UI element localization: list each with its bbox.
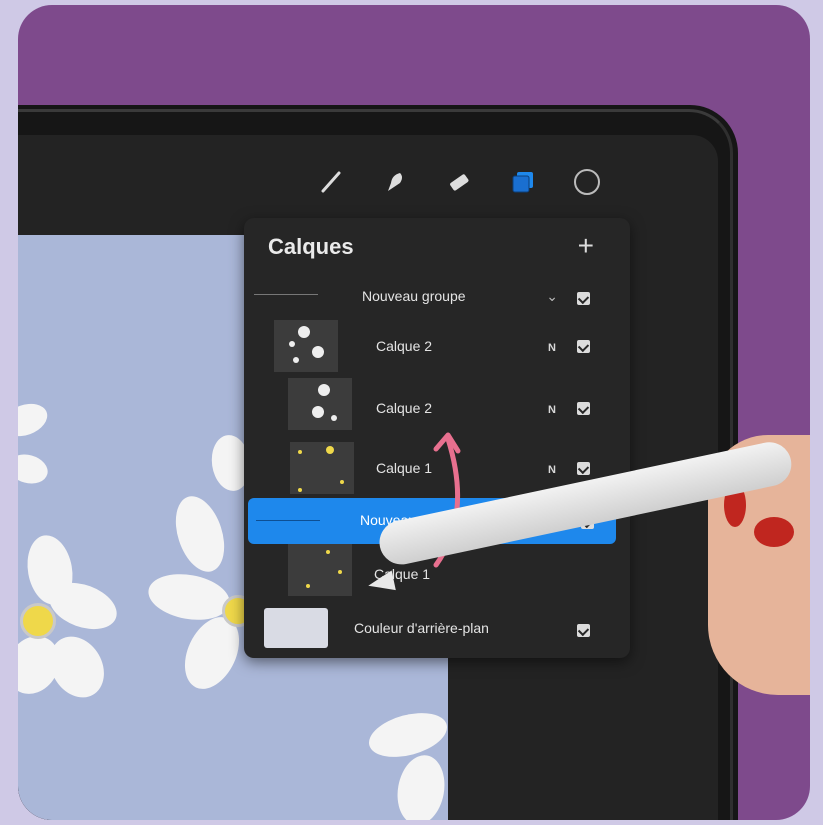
- daisy-petal: [392, 751, 450, 820]
- background-label: Couleur d'arrière-plan: [354, 620, 489, 636]
- smudge-icon[interactable]: [380, 167, 410, 197]
- photo-frame: Calques + Nouveau groupe ⌄ Calque 2 N Ca…: [18, 5, 810, 820]
- layer-group-row[interactable]: Nouveau groupe ⌄: [244, 268, 630, 314]
- add-layer-button[interactable]: +: [578, 232, 594, 260]
- layers-icon[interactable]: [508, 167, 538, 197]
- layer-thumbnail: [288, 544, 352, 596]
- visibility-checkbox[interactable]: [577, 292, 590, 305]
- color-icon[interactable]: [572, 167, 602, 197]
- background-swatch[interactable]: [264, 608, 328, 648]
- blend-mode[interactable]: N: [548, 464, 556, 476]
- eraser-icon[interactable]: [444, 167, 474, 197]
- daisy-petal: [18, 450, 51, 488]
- layer-label: Calque 2: [376, 338, 433, 354]
- layer-thumbnail: [288, 378, 352, 430]
- layer-label: Calque 1: [376, 460, 433, 476]
- daisy-petal: [39, 626, 115, 708]
- visibility-checkbox[interactable]: [577, 340, 590, 353]
- blend-mode[interactable]: N: [548, 342, 556, 354]
- visibility-checkbox[interactable]: [577, 462, 590, 475]
- daisy-center: [20, 603, 56, 639]
- layer-label: Calque 2: [376, 400, 433, 416]
- fingernail: [754, 517, 794, 547]
- visibility-checkbox[interactable]: [577, 624, 590, 637]
- layer-thumbnail: [290, 442, 354, 494]
- group-line: [256, 520, 320, 521]
- panel-title: Calques: [268, 234, 354, 259]
- chevron-down-icon[interactable]: ⌄: [546, 288, 558, 305]
- daisy-petal: [18, 398, 52, 442]
- background-color-row[interactable]: Couleur d'arrière-plan: [244, 602, 630, 654]
- daisy-petal: [167, 490, 233, 578]
- visibility-checkbox[interactable]: [577, 402, 590, 415]
- daisy-petal: [364, 705, 452, 765]
- layer-thumbnail: [274, 320, 338, 372]
- group-line: [254, 294, 318, 295]
- blend-mode[interactable]: N: [548, 404, 556, 416]
- drawing-canvas-area: [248, 655, 452, 820]
- layer-row[interactable]: Calque 2 N: [244, 316, 630, 376]
- brush-icon[interactable]: [316, 167, 346, 197]
- layer-label: Nouveau groupe: [362, 288, 466, 304]
